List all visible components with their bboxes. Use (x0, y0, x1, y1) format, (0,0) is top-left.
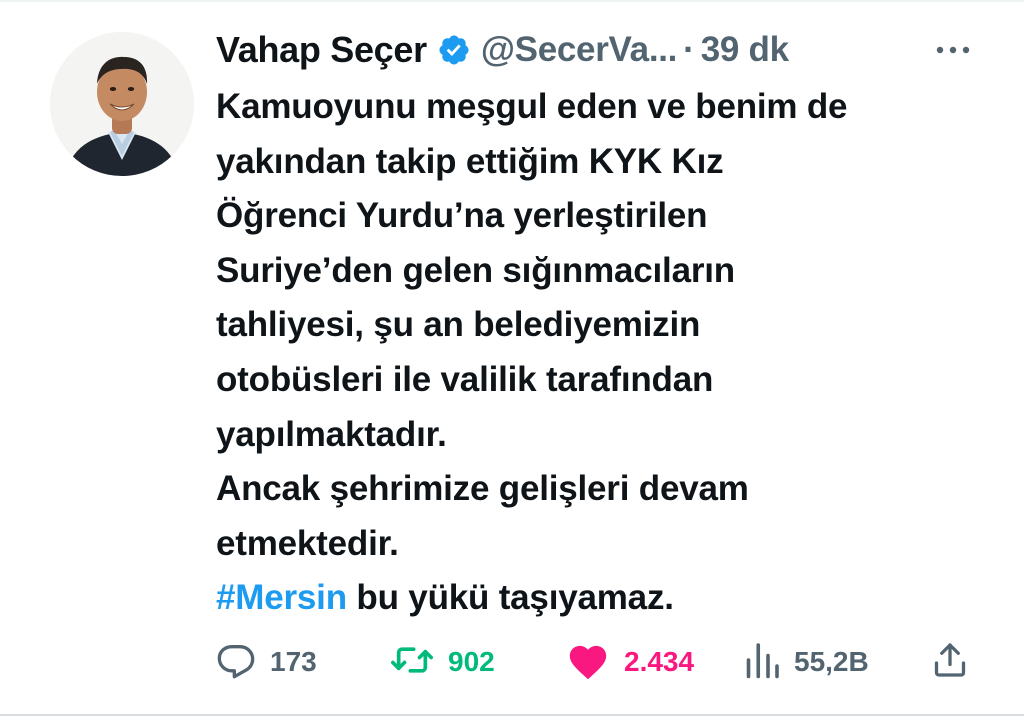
tweet-text-line: yapılmaktadır. (216, 414, 447, 454)
tweet-text: Kamuoyunu meşgul eden ve benim de yakınd… (216, 80, 1006, 626)
tweet-text-last-line: #Mersin bu yükü taşıyamaz. (216, 571, 1006, 626)
tweet-text-line: Öğrenci Yurdu’na yerleştirilen (216, 196, 708, 236)
retweet-button[interactable]: 902 (390, 636, 495, 688)
tweet-text-line: Kamuoyunu meşgul eden ve benim de (216, 87, 848, 126)
like-count: 2.434 (624, 646, 695, 677)
tweet-text-line: otobüsleri ile valilik tarafından (216, 359, 714, 399)
header-separator: · (683, 30, 695, 69)
reply-count: 173 (270, 646, 317, 677)
tweet-actions-bar: 173 902 2.434 55,2B (0, 636, 1024, 688)
profile-photo-icon (50, 32, 194, 176)
tweet-text-line: etmektedir. (216, 523, 399, 563)
more-horizontal-icon[interactable] (935, 40, 971, 60)
author-handle[interactable]: @SecerVa... (481, 30, 678, 70)
verified-badge-icon (437, 33, 471, 67)
retweet-count: 902 (448, 646, 495, 677)
hashtag-link[interactable]: #Mersin (216, 578, 347, 617)
top-divider (0, 0, 1024, 2)
views-button[interactable]: 55,2B (744, 636, 869, 688)
like-button[interactable]: 2.434 (566, 636, 694, 688)
author-name[interactable]: Vahap Seçer (216, 29, 427, 71)
tweet-text-line: Ancak şehrimize gelişleri devam (216, 469, 749, 509)
heart-icon (566, 640, 610, 685)
tweet-text-line: Suriye’den gelen sığınmacıların (216, 250, 735, 290)
reply-button[interactable]: 173 (216, 636, 317, 688)
author-avatar[interactable] (50, 32, 194, 176)
tweet-text-line: tahliyesi, şu an belediyemizin (216, 305, 701, 345)
views-icon (744, 640, 780, 685)
share-icon (932, 640, 968, 685)
tweet-text-line: yakından takip ettiğim KYK Kız (216, 141, 724, 181)
tweet-text-tail: bu yükü taşıyamaz. (346, 578, 674, 618)
views-count: 55,2B (794, 646, 869, 677)
tweet-header: Vahap Seçer @SecerVa... · 39 dk (216, 22, 976, 78)
reply-icon (216, 640, 256, 685)
retweet-icon (390, 640, 434, 685)
bottom-divider (0, 714, 1024, 716)
share-button[interactable] (932, 636, 968, 688)
tweet-timestamp[interactable]: 39 dk (701, 30, 789, 70)
